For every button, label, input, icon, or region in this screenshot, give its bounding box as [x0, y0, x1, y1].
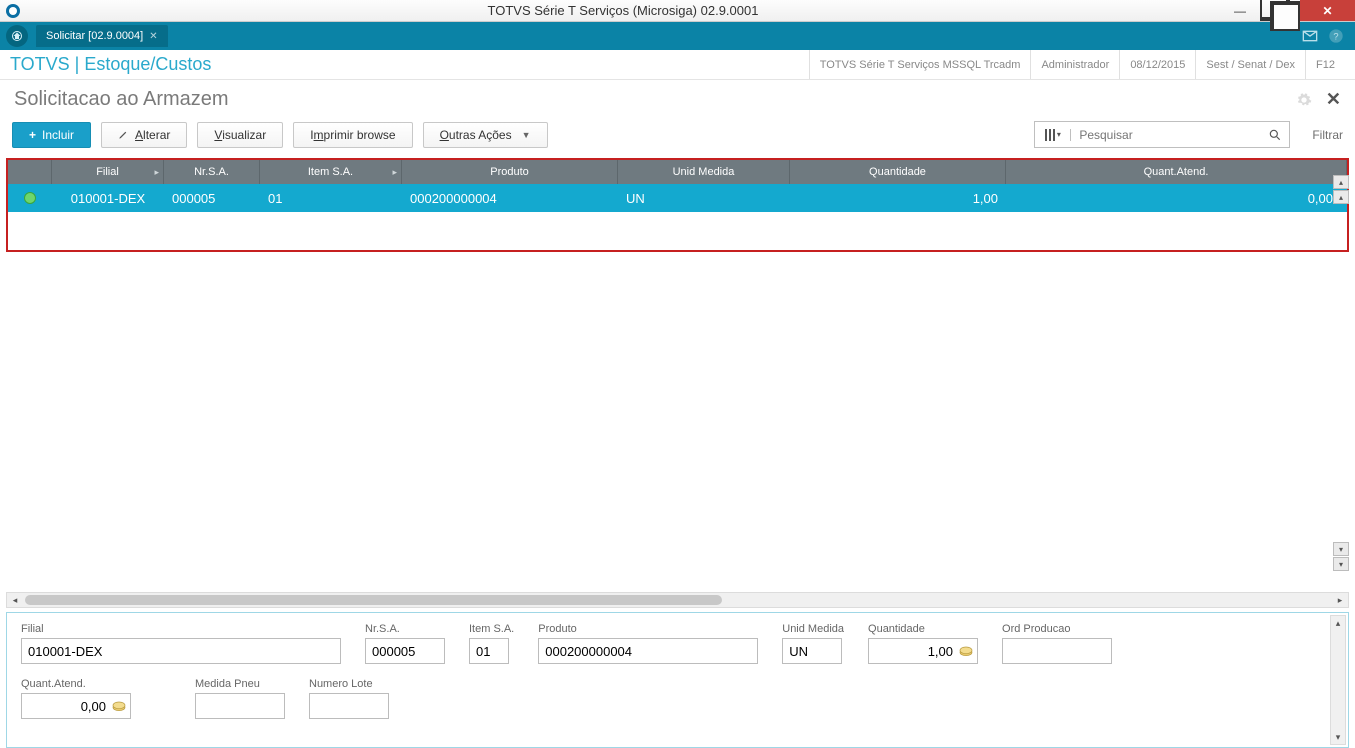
- calc-icon[interactable]: [958, 643, 974, 659]
- cell-nrsa: 000005: [164, 184, 260, 212]
- scroll-up-icon[interactable]: ▴: [1331, 616, 1345, 630]
- cell-qtd: 1,00: [790, 184, 1006, 212]
- scroll-up-icon[interactable]: ▴: [1333, 190, 1349, 204]
- lbl-ordprod: Ord Producao: [1002, 623, 1112, 635]
- input-unid[interactable]: [782, 638, 842, 664]
- scroll-left-icon[interactable]: ◂: [7, 593, 23, 607]
- view-columns-button[interactable]: ▾: [1035, 129, 1071, 141]
- meta-fkey[interactable]: F12: [1305, 50, 1345, 79]
- lbl-unid: Unid Medida: [782, 623, 844, 635]
- gear-icon[interactable]: [1296, 92, 1312, 108]
- lbl-filial: Filial: [21, 623, 341, 635]
- svg-text:?: ?: [1333, 31, 1338, 41]
- scroll-down-icon[interactable]: ▾: [1333, 542, 1349, 556]
- table-row[interactable]: 010001-DEX 000005 01 000200000004 UN 1,0…: [8, 184, 1347, 212]
- scroll-right-icon[interactable]: ▸: [1332, 593, 1348, 607]
- app-icon: [6, 4, 20, 18]
- scroll-down-icon[interactable]: ▾: [1331, 730, 1345, 744]
- col-filial[interactable]: Filial▸: [52, 160, 164, 184]
- search-input[interactable]: [1071, 128, 1261, 142]
- col-qatend[interactable]: Quant.Atend.: [1006, 160, 1347, 184]
- window-maximize-button[interactable]: [1260, 0, 1300, 21]
- lbl-qatend: Quant.Atend.: [21, 678, 131, 690]
- lbl-itemsa: Item S.A.: [469, 623, 514, 635]
- lbl-numlote: Numero Lote: [309, 678, 389, 690]
- alterar-button[interactable]: Alterar: [101, 122, 187, 148]
- detail-panel: Filial Nr.S.A. Item S.A. Produto Unid Me…: [6, 612, 1349, 748]
- breadcrumb: TOTVS | Estoque/Custos: [10, 54, 211, 75]
- grid: Filial▸ Nr.S.A. Item S.A.▸ Produto Unid …: [6, 158, 1349, 252]
- status-dot-icon: [24, 192, 36, 204]
- cell-produto: 000200000004: [402, 184, 618, 212]
- window-titlebar: TOTVS Série T Serviços (Microsiga) 02.9.…: [0, 0, 1355, 22]
- grid-header: Filial▸ Nr.S.A. Item S.A.▸ Produto Unid …: [8, 160, 1347, 184]
- col-status[interactable]: [8, 160, 52, 184]
- input-itemsa[interactable]: [469, 638, 509, 664]
- filtrar-link[interactable]: Filtrar: [1312, 128, 1343, 142]
- meta-date: 08/12/2015: [1119, 50, 1195, 79]
- incluir-button[interactable]: +Incluir: [12, 122, 91, 148]
- input-produto[interactable]: [538, 638, 758, 664]
- scrollbar-thumb[interactable]: [25, 595, 722, 605]
- window-title: TOTVS Série T Serviços (Microsiga) 02.9.…: [26, 3, 1220, 18]
- cell-filial: 010001-DEX: [52, 184, 164, 212]
- meta-user: Administrador: [1030, 50, 1119, 79]
- col-unid[interactable]: Unid Medida: [618, 160, 790, 184]
- scroll-bottom-icon[interactable]: ▾: [1333, 557, 1349, 571]
- col-itemsa[interactable]: Item S.A.▸: [260, 160, 402, 184]
- search-icon[interactable]: [1261, 128, 1289, 142]
- input-nrsa[interactable]: [365, 638, 445, 664]
- tab-solicitar[interactable]: Solicitar [02.9.0004] ✕: [36, 25, 168, 47]
- mail-icon[interactable]: [1297, 28, 1323, 44]
- window-close-button[interactable]: ✕: [1300, 0, 1355, 21]
- lbl-nrsa: Nr.S.A.: [365, 623, 445, 635]
- meta-env: TOTVS Série T Serviços MSSQL Trcadm: [809, 50, 1031, 79]
- visualizar-button[interactable]: Visualizar: [197, 122, 283, 148]
- cell-unid: UN: [618, 184, 790, 212]
- meta-org: Sest / Senat / Dex: [1195, 50, 1305, 79]
- input-numlote[interactable]: [309, 693, 389, 719]
- page-title: Solicitacao ao Armazem: [14, 88, 229, 111]
- toolbar: +Incluir Alterar Visualizar Imprimir bro…: [0, 115, 1355, 158]
- cell-itemsa: 01: [260, 184, 402, 212]
- tab-label: Solicitar [02.9.0004]: [46, 30, 143, 42]
- input-filial[interactable]: [21, 638, 341, 664]
- calc-icon[interactable]: [111, 698, 127, 714]
- col-produto[interactable]: Produto: [402, 160, 618, 184]
- outras-acoes-button[interactable]: Outras Ações▼: [423, 122, 548, 148]
- help-icon[interactable]: ?: [1323, 28, 1349, 44]
- page-close-button[interactable]: ✕: [1326, 89, 1341, 110]
- lbl-medpneu: Medida Pneu: [195, 678, 285, 690]
- col-nrsa[interactable]: Nr.S.A.: [164, 160, 260, 184]
- search-group: ▾: [1034, 121, 1290, 148]
- col-qtd[interactable]: Quantidade: [790, 160, 1006, 184]
- input-medpneu[interactable]: [195, 693, 285, 719]
- lbl-produto: Produto: [538, 623, 758, 635]
- home-button[interactable]: [6, 25, 28, 47]
- window-minimize-button[interactable]: —: [1220, 0, 1260, 21]
- grid-right-arrows: ▴ ▴ ▾ ▾: [1333, 175, 1349, 571]
- cell-qatend: 0,00: [1006, 184, 1347, 212]
- app-tabbar: Solicitar [02.9.0004] ✕ ?: [0, 22, 1355, 50]
- imprimir-button[interactable]: Imprimir browse: [293, 122, 412, 148]
- grid-horizontal-scrollbar[interactable]: ◂ ▸: [6, 592, 1349, 608]
- scroll-top-icon[interactable]: ▴: [1333, 175, 1349, 189]
- detail-vertical-scrollbar[interactable]: ▴ ▾: [1330, 615, 1346, 745]
- tab-close-icon[interactable]: ✕: [149, 31, 157, 42]
- lbl-qtd: Quantidade: [868, 623, 978, 635]
- breadcrumb-bar: TOTVS | Estoque/Custos TOTVS Série T Ser…: [0, 50, 1355, 80]
- input-ordprod[interactable]: [1002, 638, 1112, 664]
